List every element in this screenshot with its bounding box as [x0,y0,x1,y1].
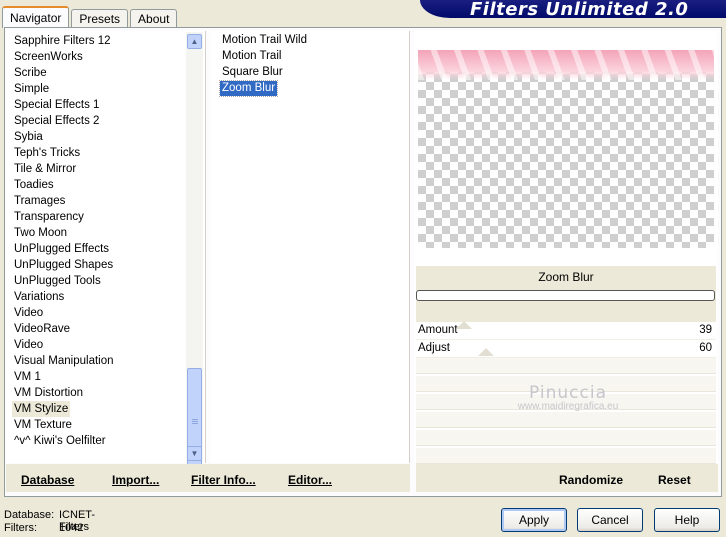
database-button[interactable]: Database [21,473,74,487]
category-item[interactable]: Toadies [14,177,54,193]
tab-navigator[interactable]: Navigator [2,6,70,28]
filter-item[interactable]: Motion Trail [220,49,283,64]
progress-bar [416,290,715,301]
reset-button[interactable]: Reset [658,473,691,487]
category-scrollbar[interactable]: ▲ ▼ [186,32,203,474]
category-item[interactable]: VM Texture [14,417,72,433]
filter-item[interactable]: Motion Trail Wild [220,33,309,48]
category-item[interactable]: Teph's Tricks [14,145,80,161]
help-button[interactable]: Help [654,508,720,532]
category-item[interactable]: Special Effects 1 [14,97,99,113]
category-item[interactable]: Sybia [14,129,43,145]
slider-adjust-label: Adjust [418,342,450,354]
category-item[interactable]: ScreenWorks [14,49,83,65]
randomize-button[interactable]: Randomize [559,473,623,487]
category-item[interactable]: Variations [14,289,64,305]
status-database: Database: ICNET-Filters [4,509,95,533]
filter-info-button[interactable]: Filter Info... [191,473,256,487]
category-item[interactable]: VM Stylize [12,401,71,417]
status-filters: Filters: 1042 [4,522,83,534]
status-filters-label: Filters: [4,522,37,534]
apply-button[interactable]: Apply [501,508,567,532]
watermark: Pinuccia www.maidiregrafica.eu [498,383,638,412]
category-item[interactable]: UnPlugged Shapes [14,257,113,273]
category-item[interactable]: Special Effects 2 [14,113,99,129]
category-item[interactable]: Video [14,337,43,353]
category-item[interactable]: Tile & Mirror [14,161,76,177]
app-title: Filters Unlimited 2.0 [470,0,689,20]
slider-slot [416,358,716,374]
filter-name-label: Zoom Blur [538,270,594,284]
preview-image [418,50,714,248]
slider-amount-value: 39 [699,324,712,336]
category-item[interactable]: UnPlugged Effects [14,241,109,257]
category-item[interactable]: ^v^ Kiwi's Oelfilter [14,433,106,449]
category-item[interactable]: VideoRave [14,321,70,337]
slider-adjust[interactable]: Adjust 60 [416,340,716,358]
tab-about[interactable]: About [130,9,178,28]
slider-amount[interactable]: Amount 39 [416,321,716,340]
watermark-name: Pinuccia [529,383,607,403]
tab-presets[interactable]: Presets [71,9,129,28]
watermark-url: www.maidiregrafica.eu [517,401,619,412]
category-item[interactable]: Tramages [14,193,65,209]
filter-list[interactable]: Motion Trail Wild Motion Trail Square Blur… [210,31,410,463]
category-item[interactable]: VM 1 [14,369,41,385]
category-item[interactable]: UnPlugged Tools [14,273,101,289]
status-filters-value: 1042 [59,522,84,534]
category-list[interactable]: Sapphire Filters 12 ScreenWorks Scribe Simp… [6,31,206,463]
status-database-label: Database: [4,509,55,521]
import-button[interactable]: Import... [112,473,159,487]
scroll-down-button[interactable]: ▼ [187,446,202,461]
cancel-button[interactable]: Cancel [577,508,643,532]
scroll-grip-icon [192,419,198,425]
slider-amount-thumb-icon[interactable] [456,321,472,329]
category-item[interactable]: Transparency [14,209,84,225]
slider-adjust-thumb-icon[interactable] [478,348,494,356]
preview-pink-band [418,50,714,80]
category-item[interactable]: Visual Manipulation [14,353,114,369]
category-item[interactable]: Two Moon [14,225,67,241]
category-item[interactable]: Video [14,305,43,321]
category-item[interactable]: Sapphire Filters 12 [14,33,111,49]
slider-amount-label: Amount [418,324,458,336]
category-item[interactable]: Simple [14,81,49,97]
filter-item[interactable]: Square Blur [220,65,285,80]
scroll-up-button[interactable]: ▲ [187,34,202,49]
editor-button[interactable]: Editor... [288,473,332,487]
filter-item[interactable]: Zoom Blur [218,80,279,97]
slider-slot [416,430,716,446]
category-item[interactable]: VM Distortion [14,385,83,401]
slider-slot [416,448,716,464]
slider-slot [416,412,716,428]
category-item[interactable]: Scribe [14,65,47,81]
tab-bar: Navigator Presets About [2,6,179,28]
slider-adjust-value: 60 [699,342,712,354]
